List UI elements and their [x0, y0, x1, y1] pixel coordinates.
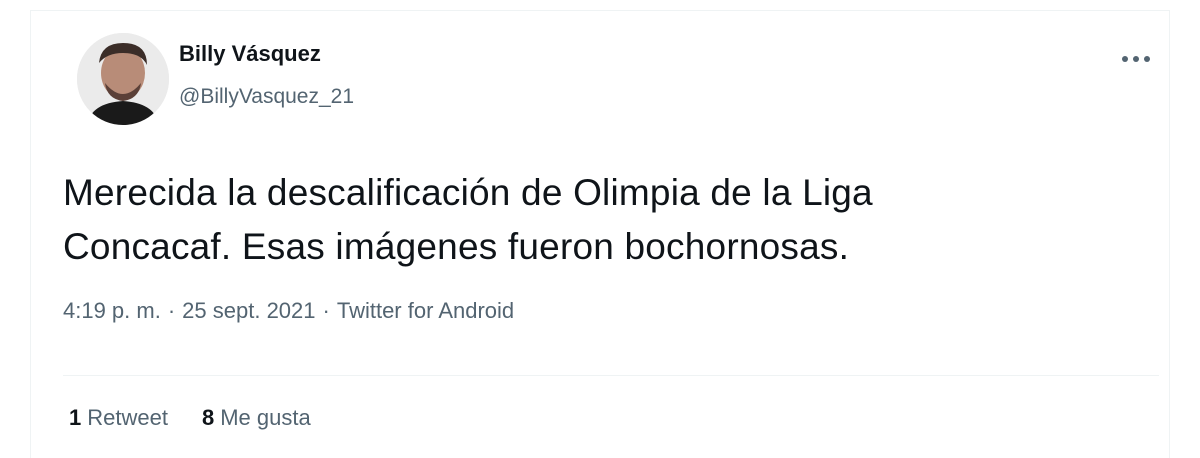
profile-photo — [77, 33, 169, 125]
tweet-text-line: Merecida la descalificación de Olimpia d… — [63, 172, 873, 213]
tweet-card: Billy Vásquez @BillyVasquez_21 Merecida … — [30, 10, 1170, 458]
retweets-label: Retweet — [87, 405, 168, 430]
avatar[interactable] — [77, 33, 169, 125]
more-dots-icon — [1122, 56, 1150, 62]
tweet-source[interactable]: Twitter for Android — [337, 298, 514, 324]
likes-stat[interactable]: 8 Me gusta — [202, 405, 311, 431]
meta-separator: · — [322, 298, 330, 323]
page: Billy Vásquez @BillyVasquez_21 Merecida … — [0, 0, 1200, 458]
tweet-stats: 1 Retweet 8 Me gusta — [69, 405, 345, 431]
tweet-meta: 4:19 p. m. · 25 sept. 2021 · Twitter for And… — [63, 298, 514, 324]
tweet-time[interactable]: 4:19 p. m. — [63, 298, 161, 324]
likes-label: Me gusta — [220, 405, 311, 430]
tweet-date[interactable]: 25 sept. 2021 — [182, 298, 315, 324]
meta-separator: · — [167, 298, 176, 323]
likes-count: 8 — [201, 405, 215, 430]
user-handle[interactable]: @BillyVasquez_21 — [179, 85, 354, 109]
retweets-count: 1 — [69, 405, 82, 430]
display-name[interactable]: Billy Vásquez — [179, 41, 321, 67]
tweet-text-line: Concacaf. Esas imágenes fueron bochornos… — [63, 226, 850, 267]
retweets-stat[interactable]: 1 Retweet — [69, 405, 168, 431]
more-options-button[interactable] — [1109, 39, 1163, 79]
tweet-text: Merecida la descalificación de Olimpia d… — [63, 166, 1123, 274]
divider — [63, 375, 1159, 376]
